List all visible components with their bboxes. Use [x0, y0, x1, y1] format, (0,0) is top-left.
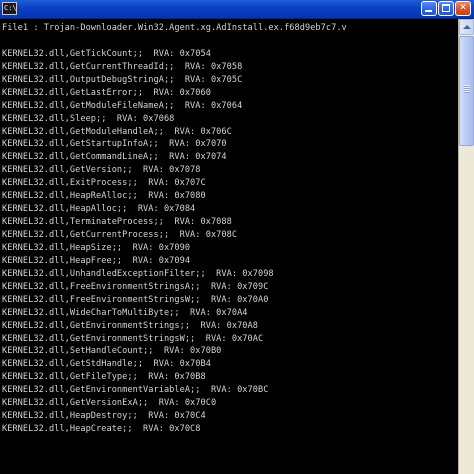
title-bar[interactable]: C:\ ✕: [0, 0, 474, 19]
console-line: KERNEL32.dll,GetStdHandle;; RVA: 0x70B4: [2, 359, 211, 370]
minimize-button[interactable]: [421, 1, 437, 16]
console-line: KERNEL32.dll,UnhandledExceptionFilter;; …: [2, 268, 274, 279]
maximize-icon: [442, 4, 450, 12]
console-line: KERNEL32.dll,GetModuleHandleA;; RVA: 0x7…: [2, 126, 232, 137]
minimize-icon: [425, 10, 432, 12]
close-icon: ✕: [459, 3, 467, 13]
console-line: KERNEL32.dll,GetCurrentProcess;; RVA: 0x…: [2, 230, 238, 240]
maximize-button[interactable]: [438, 1, 454, 16]
scroll-thumb[interactable]: [459, 36, 474, 146]
command-prompt-icon[interactable]: C:\: [2, 2, 17, 15]
console-line: KERNEL32.dll,FreeEnvironmentStringsA;; R…: [2, 281, 269, 292]
console-line: KERNEL32.dll,GetFileType;; RVA: 0x70B8: [2, 372, 206, 383]
console-line: KERNEL32.dll,GetStartupInfoA;; RVA: 0x70…: [2, 139, 227, 150]
console-line: KERNEL32.dll,HeapDestroy;; RVA: 0x70C4: [2, 411, 206, 422]
console-line: KERNEL32.dll,HeapCreate;; RVA: 0x70C8: [2, 424, 201, 435]
vertical-scrollbar[interactable]: [458, 19, 474, 474]
console-line: File1 : Trojan-Downloader.Win32.Agent.xg…: [2, 23, 347, 33]
console-window: C:\ ✕ File1 : Trojan-Downloader.Win32.Ag…: [0, 0, 474, 474]
console-line: KERNEL32.dll,GetCurrentThreadId;; RVA: 0…: [2, 61, 243, 72]
console-line: KERNEL32.dll,GetCommandLineA;; RVA: 0x70…: [2, 152, 227, 163]
console-line: KERNEL32.dll,HeapReAlloc;; RVA: 0x7080: [2, 191, 206, 202]
console-line: KERNEL32.dll,WideCharToMultiByte;; RVA: …: [2, 307, 248, 318]
console-line: KERNEL32.dll,GetModuleFileNameA;; RVA: 0…: [2, 100, 243, 111]
console-line: KERNEL32.dll,GetVersion;; RVA: 0x7078: [2, 165, 201, 176]
console-line: KERNEL32.dll,OutputDebugStringA;; RVA: 0…: [2, 74, 243, 85]
console-line: KERNEL32.dll,Sleep;; RVA: 0x7068: [2, 113, 175, 124]
console-line: KERNEL32.dll,GetEnvironmentStrings;; RVA…: [2, 320, 258, 331]
console-line: KERNEL32.dll,HeapSize;; RVA: 0x7090: [2, 242, 191, 253]
console-line: KERNEL32.dll,FreeEnvironmentStringsW;; R…: [2, 294, 269, 305]
console-line: KERNEL32.dll,SetHandleCount;; RVA: 0x70B…: [2, 346, 222, 357]
console-line: KERNEL32.dll,ExitProcess;; RVA: 0x707C: [2, 178, 206, 189]
console-line: KERNEL32.dll,TerminateProcess;; RVA: 0x7…: [2, 217, 232, 228]
console-line: KERNEL32.dll,GetEnvironmentStringsW;; RV…: [2, 333, 264, 344]
console-line: KERNEL32.dll,GetTickCount;; RVA: 0x7054: [2, 48, 211, 59]
console-line: KERNEL32.dll,HeapFree;; RVA: 0x7094: [2, 255, 191, 266]
console-line: KERNEL32.dll,GetVersionExA;; RVA: 0x70C0: [2, 398, 217, 409]
console-line: KERNEL32.dll,HeapAlloc;; RVA: 0x7084: [2, 204, 196, 215]
close-button[interactable]: ✕: [455, 1, 471, 16]
console-line: KERNEL32.dll,GetLastError;; RVA: 0x7060: [2, 87, 211, 98]
scroll-up-button[interactable]: [459, 19, 474, 35]
console-output[interactable]: File1 : Trojan-Downloader.Win32.Agent.xg…: [0, 19, 458, 474]
arrow-up-icon: [463, 25, 471, 29]
grip-icon: [464, 85, 470, 93]
console-line: KERNEL32.dll,GetEnvironmentVariableA;; R…: [2, 385, 269, 396]
